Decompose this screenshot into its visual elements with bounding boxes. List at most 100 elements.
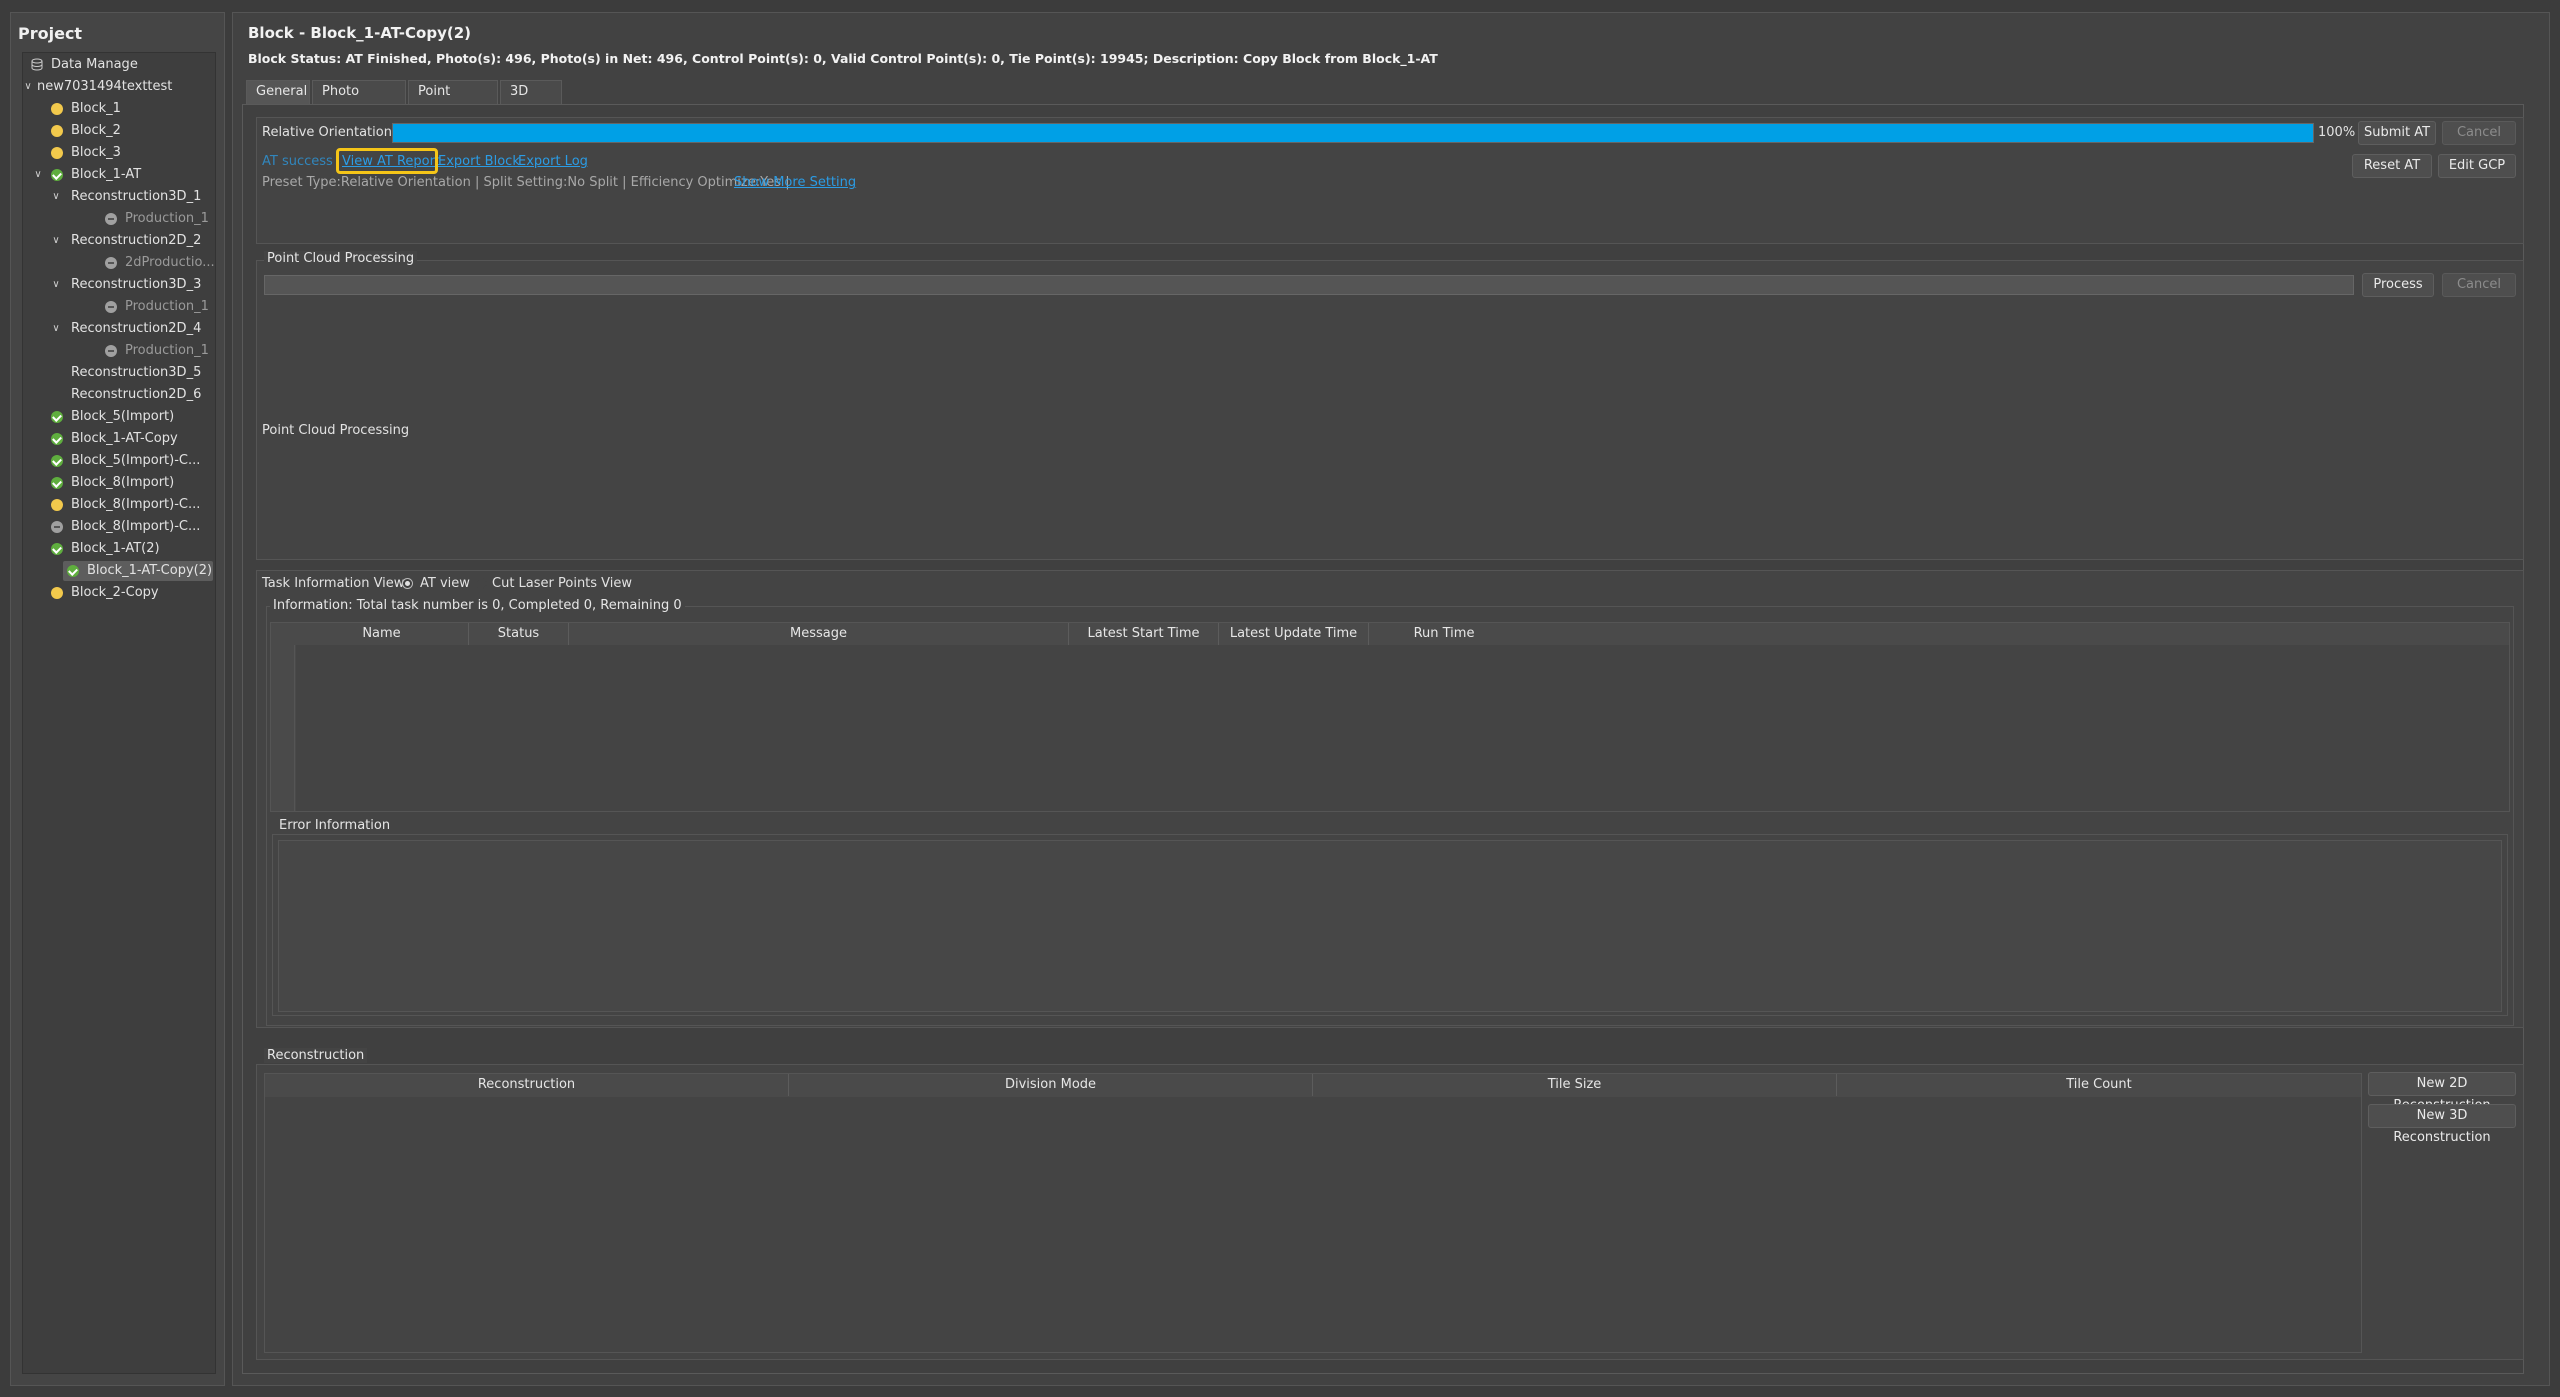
- tree-item-label: Reconstruction2D_4: [71, 321, 202, 336]
- show-more-setting-link[interactable]: Show More Setting: [734, 175, 856, 190]
- col-header-division-mode[interactable]: Division Mode: [789, 1074, 1313, 1096]
- tree-item-label: Block_5(Import)-C...: [71, 453, 201, 468]
- task-table-rownumbers: [271, 645, 295, 811]
- status-pending-icon: [51, 125, 63, 137]
- col-header-latest-update-time[interactable]: Latest Update Time: [1219, 623, 1369, 645]
- point-cloud-group: [256, 260, 2524, 560]
- col-header-tile-size[interactable]: Tile Size: [1313, 1074, 1837, 1096]
- tree-item-label: Block_2: [71, 123, 121, 138]
- at-view-radio-label[interactable]: AT view: [420, 576, 470, 591]
- submit-at-button[interactable]: Submit AT: [2358, 121, 2436, 145]
- status-idle-icon: [105, 213, 117, 225]
- status-success-icon: [51, 477, 63, 489]
- tree-item-label: Production_1: [125, 211, 209, 226]
- col-header-latest-start-time[interactable]: Latest Start Time: [1069, 623, 1219, 645]
- status-pending-icon: [51, 147, 63, 159]
- tab-photo-group[interactable]: Photo Group: [312, 80, 406, 121]
- preset-settings-text: Preset Type:Relative Orientation | Split…: [262, 175, 790, 190]
- status-success-icon: [51, 411, 63, 423]
- tree-item-label: Block_1-AT(2): [71, 541, 160, 556]
- status-pending-icon: [51, 499, 63, 511]
- chevron-down-icon[interactable]: ∨: [51, 231, 61, 251]
- reconstruction-table[interactable]: Reconstruction Division Mode Tile Size T…: [264, 1073, 2362, 1353]
- tree-item-label: 2dProductio...: [125, 255, 215, 270]
- relative-orientation-label: Relative Orientation: [262, 125, 392, 140]
- new-2d-reconstruction-button[interactable]: New 2D Reconstruction: [2368, 1072, 2516, 1113]
- project-title: Project: [18, 24, 83, 43]
- new-3d-reconstruction-button[interactable]: New 3D Reconstruction: [2368, 1104, 2516, 1145]
- status-success-icon: [67, 565, 79, 577]
- status-pending-icon: [51, 587, 63, 599]
- tab-point-cloud[interactable]: Point Cloud: [408, 80, 498, 121]
- chevron-down-icon[interactable]: ∨: [51, 187, 61, 207]
- col-header-message[interactable]: Message: [569, 623, 1069, 645]
- tree-item-label: Reconstruction3D_1: [71, 189, 202, 204]
- tree-item-block-1-at-copy-2[interactable]: Block_1-AT-Copy(2): [63, 561, 213, 581]
- chevron-down-icon[interactable]: ∨: [51, 319, 61, 339]
- at-progress-bar: [392, 123, 2314, 143]
- point-cloud-progress-bar: [264, 275, 2354, 295]
- status-idle-icon: [105, 301, 117, 313]
- status-pending-icon: [51, 103, 63, 115]
- cancel-at-button[interactable]: Cancel: [2442, 121, 2516, 145]
- tree-item-label: Reconstruction3D_5: [71, 365, 202, 380]
- task-table[interactable]: Name Status Message Latest Start Time La…: [270, 622, 2510, 812]
- tab-general[interactable]: General: [246, 80, 310, 104]
- tree-item-label: new7031494texttest: [37, 79, 173, 94]
- status-success-icon: [51, 543, 63, 555]
- page-title: Block - Block_1-AT-Copy(2): [248, 24, 472, 42]
- cut-laser-radio[interactable]: [476, 578, 487, 589]
- project-tree[interactable]: Data Manage ∨ new7031494texttest Block_1…: [22, 52, 216, 1374]
- reconstruction-group-title: Reconstruction: [264, 1048, 368, 1063]
- tree-item-label: Data Manage: [51, 57, 138, 72]
- status-idle-icon: [105, 345, 117, 357]
- cancel-point-cloud-button[interactable]: Cancel: [2442, 273, 2516, 297]
- task-table-body: [296, 645, 2509, 811]
- task-info-view-label: Task Information View:: [262, 576, 409, 591]
- chevron-down-icon[interactable]: ∨: [51, 275, 61, 295]
- col-header-name[interactable]: Name: [295, 623, 469, 645]
- tree-item-label: Reconstruction2D_2: [71, 233, 202, 248]
- col-header-tile-count[interactable]: Tile Count: [1837, 1074, 2361, 1096]
- database-icon: [31, 58, 43, 71]
- at-progress-percent: 100%: [2318, 125, 2356, 140]
- highlight-box: [336, 148, 438, 174]
- block-status-line: Block Status: AT Finished, Photo(s): 496…: [248, 51, 1438, 66]
- reconstruction-table-body: [265, 1097, 2361, 1352]
- tree-item-label: Block_1-AT-Copy(2): [87, 563, 213, 578]
- point-cloud-group-title: Point Cloud Processing: [264, 251, 418, 266]
- tree-item-label: Reconstruction2D_6: [71, 387, 202, 402]
- at-progress-fill: [393, 124, 2313, 142]
- tree-item-label: Reconstruction3D_3: [71, 277, 202, 292]
- tab-3d-view[interactable]: 3D View: [500, 80, 562, 121]
- export-log-link[interactable]: Export Log: [518, 154, 588, 169]
- tree-item-label: Block_1-AT: [71, 167, 142, 182]
- tree-item-label: Block_8(Import)-C...: [71, 497, 201, 512]
- tree-item-label: Block_2-Copy: [71, 585, 159, 600]
- chevron-down-icon[interactable]: ∨: [23, 77, 33, 97]
- tree-item-label: Production_1: [125, 343, 209, 358]
- status-idle-icon: [51, 521, 63, 533]
- cut-laser-radio-label[interactable]: Cut Laser Points View: [492, 576, 632, 591]
- status-idle-icon: [105, 257, 117, 269]
- status-success-icon: [51, 433, 63, 445]
- col-header-status[interactable]: Status: [469, 623, 569, 645]
- chevron-down-icon[interactable]: ∨: [33, 165, 43, 185]
- tree-item-label: Block_5(Import): [71, 409, 175, 424]
- reset-at-button[interactable]: Reset AT: [2352, 154, 2432, 178]
- tree-item-label: Block_8(Import)-C...: [71, 519, 201, 534]
- status-success-icon: [51, 169, 63, 181]
- process-button[interactable]: Process: [2362, 273, 2434, 297]
- tree-item-label: Production_1: [125, 299, 209, 314]
- tree-item-label: Block_8(Import): [71, 475, 175, 490]
- col-header-run-time[interactable]: Run Time: [1369, 623, 1519, 645]
- export-block-link[interactable]: Export Block: [438, 154, 520, 169]
- error-information-title: Error Information: [276, 818, 394, 833]
- col-header-reconstruction[interactable]: Reconstruction: [265, 1074, 789, 1096]
- at-success-text: AT success: [262, 154, 333, 169]
- error-information-body: [278, 840, 2502, 1012]
- edit-gcp-button[interactable]: Edit GCP: [2438, 154, 2516, 178]
- at-view-radio[interactable]: [402, 578, 413, 589]
- status-success-icon: [51, 455, 63, 467]
- tree-item-label: Block_1: [71, 101, 121, 116]
